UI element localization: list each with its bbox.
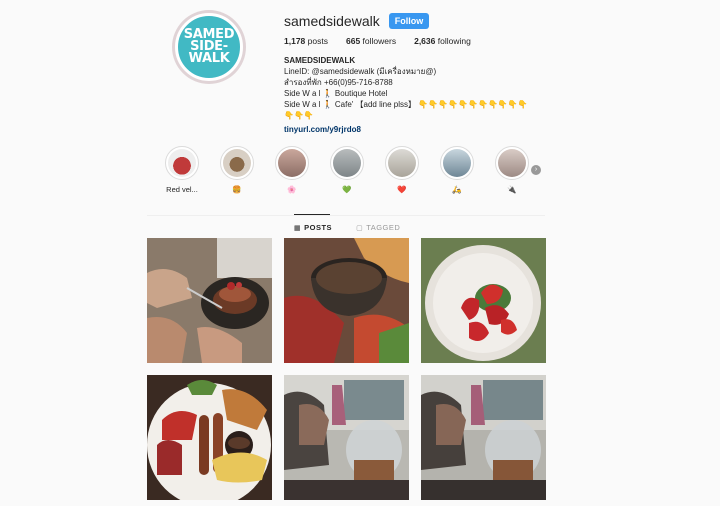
pancakes-photo[interactable] [147,238,272,363]
chevron-right-icon[interactable]: › [531,165,541,175]
highlight-thumbnail [223,149,251,177]
highlight-label: 🔌 [507,185,517,194]
followers-count[interactable]: 665 followers [346,36,396,46]
tabs-divider [147,215,545,216]
highlight-thumbnail [278,149,306,177]
pointing-down-icons-row2: 👇👇👇 [284,111,314,120]
bio-name: SAMEDSIDEWALK [284,56,356,65]
highlight-green-heart[interactable]: 💚 [322,146,372,194]
username: samedsidewalk [284,13,380,29]
samed-sidewalk-logo: SAMED SIDE- WALK [175,13,243,81]
pointing-down-icons: 👇👇👇👇👇👇👇👇👇👇👇 [418,100,528,109]
walking-person-icon: 🚶 [322,100,333,109]
logo-line-3: WALK [188,51,230,66]
highlight-label: 🌸 [287,185,297,194]
highlight-thumbnail [498,149,526,177]
tab-posts-label: POSTS [304,223,333,232]
active-tab-indicator [294,214,330,215]
story-highlights: Red vel... 🍔 🌸 💚 ❤️ 🛵 🔌 [0,146,720,196]
highlight-label: 🛵 [452,185,462,194]
highlight-flower[interactable]: 🌸 [267,146,317,194]
profile-bio: SAMEDSIDEWALK LineID: @samedsidewalk (มี… [284,55,528,135]
strawberries-photo[interactable] [421,238,546,363]
tab-posts[interactable]: ▦ POSTS [294,223,332,232]
following-count[interactable]: 2,636 following [414,36,471,46]
follow-button[interactable]: Follow [388,13,430,29]
tab-tagged[interactable]: ▢ TAGGED [356,223,400,232]
profile-tabs: ▦ POSTS ▢ TAGGED [294,223,400,232]
posts-count: 1,178 posts [284,36,328,46]
highlight-plug[interactable]: 🔌 [487,146,537,194]
highlight-label: Red vel... [166,185,198,194]
highlight-label: 💚 [342,185,352,194]
highlight-scooter[interactable]: 🛵 [432,146,482,194]
username-row: samedsidewalk Follow [284,13,430,29]
highlight-red-velvet[interactable]: Red vel... [157,146,207,194]
highlight-thumbnail [168,149,196,177]
bio-phone: สำรองที่พัก +66(0)95-716-8788 [284,78,393,87]
highlight-red-heart[interactable]: ❤️ [377,146,427,194]
cafe-counter-photo-2[interactable] [421,375,546,500]
tag-icon: ▢ [356,224,364,232]
bio-line-id: LineID: @samedsidewalk (มีเครื่องหมาย@) [284,67,437,76]
highlight-burger[interactable]: 🍔 [212,146,262,194]
grid-icon: ▦ [294,224,302,232]
highlight-thumbnail [333,149,361,177]
bio-cafe: Side W a l 🚶 Cafe' 【add line plss】 👇👇👇👇👇… [284,100,528,109]
profile-stats: 1,178 posts 665 followers 2,636 followin… [284,36,471,46]
bio-link[interactable]: tinyurl.com/y9rjrdo8 [284,124,528,135]
profile-avatar[interactable]: SAMED SIDE- WALK [172,10,246,84]
highlight-thumbnail [443,149,471,177]
tab-tagged-label: TAGGED [366,223,401,232]
bio-hotel: Side W a l 🚶 Boutique Hotel [284,89,388,98]
walking-person-icon: 🚶 [322,89,333,98]
highlight-thumbnail [388,149,416,177]
coffee-bowl-photo[interactable] [284,238,409,363]
highlight-label: 🍔 [232,185,242,194]
highlight-label: ❤️ [397,185,407,194]
cafe-counter-photo-1[interactable] [284,375,409,500]
breakfast-plate-photo[interactable] [147,375,272,500]
